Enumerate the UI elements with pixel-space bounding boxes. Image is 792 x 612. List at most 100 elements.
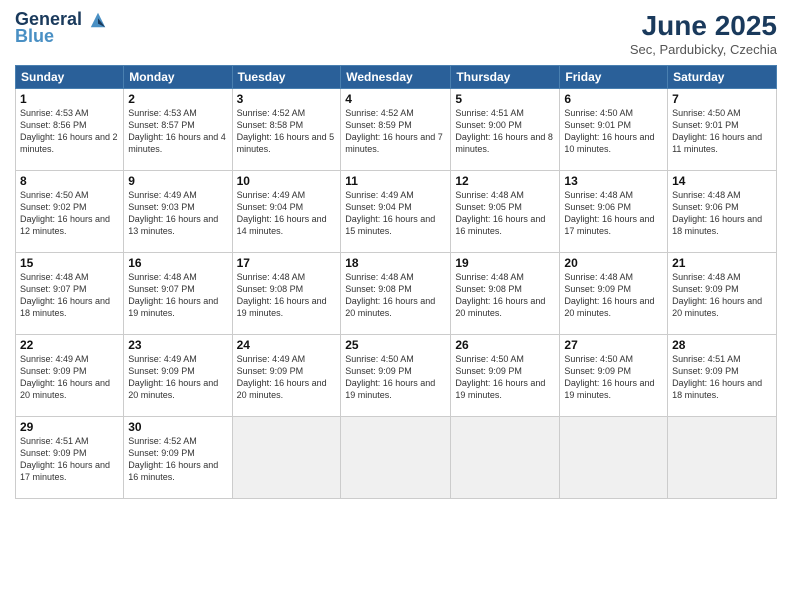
- table-row: 1 Sunrise: 4:53 AM Sunset: 8:56 PM Dayli…: [16, 89, 124, 171]
- table-row: 22 Sunrise: 4:49 AM Sunset: 9:09 PM Dayl…: [16, 335, 124, 417]
- calendar: Sunday Monday Tuesday Wednesday Thursday…: [15, 65, 777, 499]
- logo: General Blue: [15, 10, 107, 47]
- col-wednesday: Wednesday: [341, 66, 451, 89]
- day-info: Sunrise: 4:49 AM Sunset: 9:09 PM Dayligh…: [237, 353, 337, 402]
- day-info: Sunrise: 4:50 AM Sunset: 9:01 PM Dayligh…: [564, 107, 663, 156]
- day-num: 29: [20, 420, 119, 434]
- day-info: Sunrise: 4:51 AM Sunset: 9:00 PM Dayligh…: [455, 107, 555, 156]
- table-row: 5 Sunrise: 4:51 AM Sunset: 9:00 PM Dayli…: [451, 89, 560, 171]
- table-row: 18 Sunrise: 4:48 AM Sunset: 9:08 PM Dayl…: [341, 253, 451, 335]
- day-num: 17: [237, 256, 337, 270]
- day-num: 26: [455, 338, 555, 352]
- table-row: 6 Sunrise: 4:50 AM Sunset: 9:01 PM Dayli…: [560, 89, 668, 171]
- day-num: 2: [128, 92, 227, 106]
- month-title: June 2025: [630, 10, 777, 42]
- table-row: 3 Sunrise: 4:52 AM Sunset: 8:58 PM Dayli…: [232, 89, 341, 171]
- day-info: Sunrise: 4:48 AM Sunset: 9:05 PM Dayligh…: [455, 189, 555, 238]
- day-info: Sunrise: 4:48 AM Sunset: 9:09 PM Dayligh…: [564, 271, 663, 320]
- day-info: Sunrise: 4:53 AM Sunset: 8:56 PM Dayligh…: [20, 107, 119, 156]
- day-info: Sunrise: 4:53 AM Sunset: 8:57 PM Dayligh…: [128, 107, 227, 156]
- table-row: 29 Sunrise: 4:51 AM Sunset: 9:09 PM Dayl…: [16, 417, 124, 499]
- day-info: Sunrise: 4:48 AM Sunset: 9:06 PM Dayligh…: [672, 189, 772, 238]
- day-num: 1: [20, 92, 119, 106]
- table-row: 11 Sunrise: 4:49 AM Sunset: 9:04 PM Dayl…: [341, 171, 451, 253]
- day-num: 27: [564, 338, 663, 352]
- day-info: Sunrise: 4:48 AM Sunset: 9:08 PM Dayligh…: [345, 271, 446, 320]
- day-num: 10: [237, 174, 337, 188]
- col-sunday: Sunday: [16, 66, 124, 89]
- day-num: 4: [345, 92, 446, 106]
- table-row: 9 Sunrise: 4:49 AM Sunset: 9:03 PM Dayli…: [124, 171, 232, 253]
- day-info: Sunrise: 4:50 AM Sunset: 9:09 PM Dayligh…: [345, 353, 446, 402]
- day-info: Sunrise: 4:50 AM Sunset: 9:09 PM Dayligh…: [564, 353, 663, 402]
- day-info: Sunrise: 4:50 AM Sunset: 9:01 PM Dayligh…: [672, 107, 772, 156]
- day-info: Sunrise: 4:49 AM Sunset: 9:09 PM Dayligh…: [20, 353, 119, 402]
- day-info: Sunrise: 4:48 AM Sunset: 9:07 PM Dayligh…: [128, 271, 227, 320]
- day-num: 23: [128, 338, 227, 352]
- table-row: [560, 417, 668, 499]
- day-info: Sunrise: 4:49 AM Sunset: 9:04 PM Dayligh…: [345, 189, 446, 238]
- table-row: 23 Sunrise: 4:49 AM Sunset: 9:09 PM Dayl…: [124, 335, 232, 417]
- col-thursday: Thursday: [451, 66, 560, 89]
- table-row: 30 Sunrise: 4:52 AM Sunset: 9:09 PM Dayl…: [124, 417, 232, 499]
- day-num: 13: [564, 174, 663, 188]
- day-num: 3: [237, 92, 337, 106]
- day-info: Sunrise: 4:49 AM Sunset: 9:04 PM Dayligh…: [237, 189, 337, 238]
- day-info: Sunrise: 4:48 AM Sunset: 9:07 PM Dayligh…: [20, 271, 119, 320]
- day-num: 20: [564, 256, 663, 270]
- day-info: Sunrise: 4:52 AM Sunset: 8:58 PM Dayligh…: [237, 107, 337, 156]
- day-num: 18: [345, 256, 446, 270]
- day-num: 19: [455, 256, 555, 270]
- day-num: 11: [345, 174, 446, 188]
- day-info: Sunrise: 4:48 AM Sunset: 9:08 PM Dayligh…: [455, 271, 555, 320]
- day-info: Sunrise: 4:50 AM Sunset: 9:09 PM Dayligh…: [455, 353, 555, 402]
- day-num: 21: [672, 256, 772, 270]
- table-row: 13 Sunrise: 4:48 AM Sunset: 9:06 PM Dayl…: [560, 171, 668, 253]
- table-row: [451, 417, 560, 499]
- day-info: Sunrise: 4:48 AM Sunset: 9:09 PM Dayligh…: [672, 271, 772, 320]
- table-row: 2 Sunrise: 4:53 AM Sunset: 8:57 PM Dayli…: [124, 89, 232, 171]
- table-row: 12 Sunrise: 4:48 AM Sunset: 9:05 PM Dayl…: [451, 171, 560, 253]
- col-friday: Friday: [560, 66, 668, 89]
- table-row: 19 Sunrise: 4:48 AM Sunset: 9:08 PM Dayl…: [451, 253, 560, 335]
- day-num: 24: [237, 338, 337, 352]
- subtitle: Sec, Pardubicky, Czechia: [630, 42, 777, 57]
- table-row: 10 Sunrise: 4:49 AM Sunset: 9:04 PM Dayl…: [232, 171, 341, 253]
- table-row: 15 Sunrise: 4:48 AM Sunset: 9:07 PM Dayl…: [16, 253, 124, 335]
- col-monday: Monday: [124, 66, 232, 89]
- day-num: 6: [564, 92, 663, 106]
- day-num: 9: [128, 174, 227, 188]
- table-row: 25 Sunrise: 4:50 AM Sunset: 9:09 PM Dayl…: [341, 335, 451, 417]
- day-info: Sunrise: 4:49 AM Sunset: 9:03 PM Dayligh…: [128, 189, 227, 238]
- table-row: 16 Sunrise: 4:48 AM Sunset: 9:07 PM Dayl…: [124, 253, 232, 335]
- table-row: 8 Sunrise: 4:50 AM Sunset: 9:02 PM Dayli…: [16, 171, 124, 253]
- day-info: Sunrise: 4:52 AM Sunset: 8:59 PM Dayligh…: [345, 107, 446, 156]
- day-info: Sunrise: 4:48 AM Sunset: 9:08 PM Dayligh…: [237, 271, 337, 320]
- table-row: 20 Sunrise: 4:48 AM Sunset: 9:09 PM Dayl…: [560, 253, 668, 335]
- title-area: June 2025 Sec, Pardubicky, Czechia: [630, 10, 777, 57]
- day-info: Sunrise: 4:48 AM Sunset: 9:06 PM Dayligh…: [564, 189, 663, 238]
- day-num: 25: [345, 338, 446, 352]
- table-row: [232, 417, 341, 499]
- table-row: 21 Sunrise: 4:48 AM Sunset: 9:09 PM Dayl…: [668, 253, 777, 335]
- day-num: 16: [128, 256, 227, 270]
- day-info: Sunrise: 4:51 AM Sunset: 9:09 PM Dayligh…: [20, 435, 119, 484]
- table-row: 27 Sunrise: 4:50 AM Sunset: 9:09 PM Dayl…: [560, 335, 668, 417]
- day-num: 7: [672, 92, 772, 106]
- day-num: 15: [20, 256, 119, 270]
- table-row: 14 Sunrise: 4:48 AM Sunset: 9:06 PM Dayl…: [668, 171, 777, 253]
- day-info: Sunrise: 4:50 AM Sunset: 9:02 PM Dayligh…: [20, 189, 119, 238]
- day-num: 12: [455, 174, 555, 188]
- header: General Blue June 2025 Sec, Pardubicky, …: [15, 10, 777, 57]
- table-row: [341, 417, 451, 499]
- day-info: Sunrise: 4:51 AM Sunset: 9:09 PM Dayligh…: [672, 353, 772, 402]
- day-num: 22: [20, 338, 119, 352]
- day-num: 28: [672, 338, 772, 352]
- day-num: 14: [672, 174, 772, 188]
- table-row: [668, 417, 777, 499]
- logo-icon: [89, 11, 107, 29]
- day-num: 8: [20, 174, 119, 188]
- day-num: 5: [455, 92, 555, 106]
- day-info: Sunrise: 4:52 AM Sunset: 9:09 PM Dayligh…: [128, 435, 227, 484]
- table-row: 7 Sunrise: 4:50 AM Sunset: 9:01 PM Dayli…: [668, 89, 777, 171]
